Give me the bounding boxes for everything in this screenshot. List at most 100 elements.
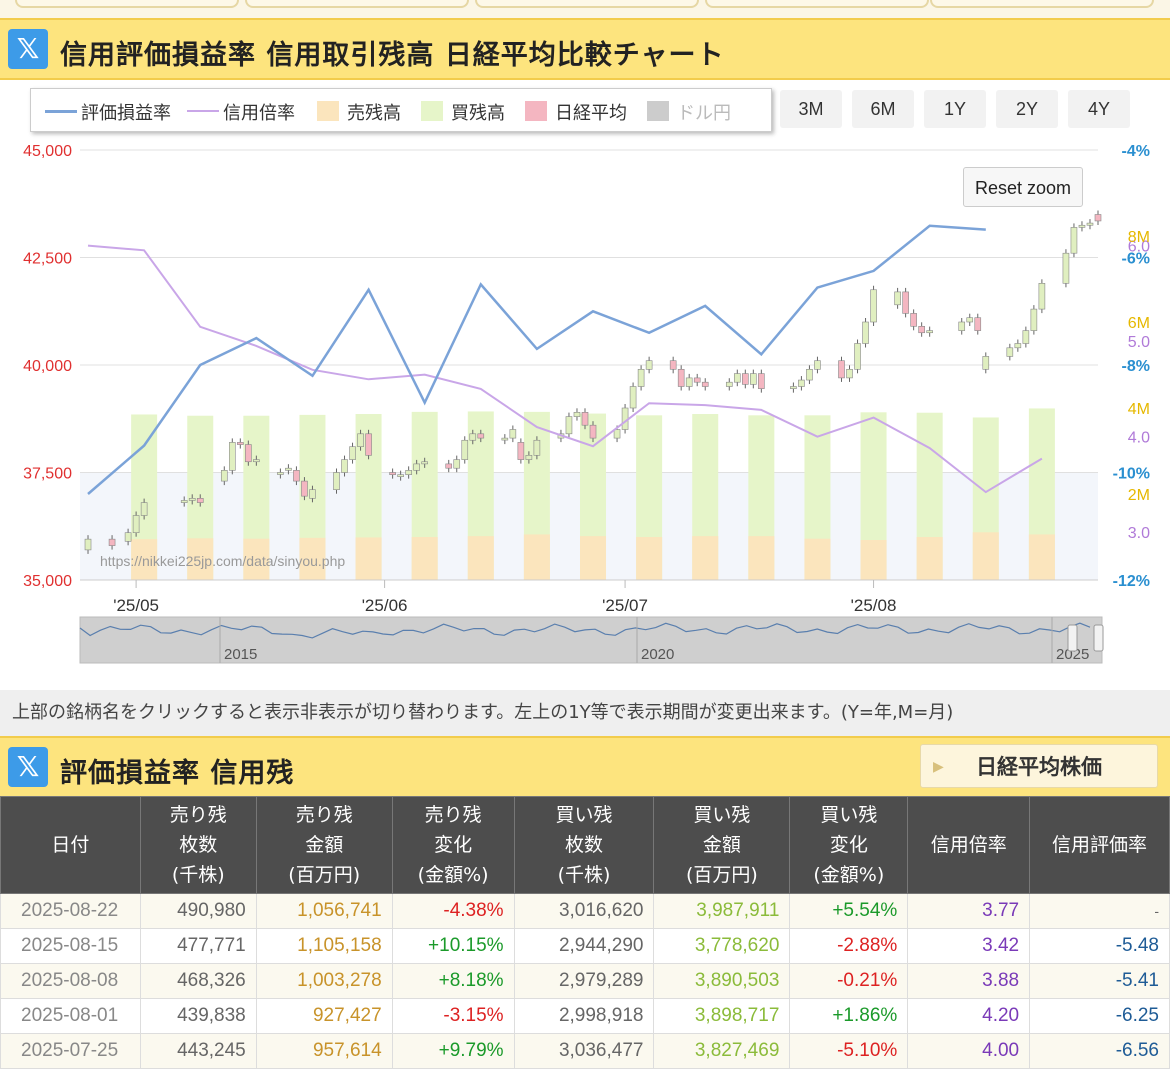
navigator-label: 2015	[224, 646, 257, 663]
table-cell: 3,890,503	[653, 963, 791, 999]
nikkei-candle-up	[1062, 252, 1070, 284]
nikkei-candle-up	[405, 470, 412, 475]
table-cell: 3,898,717	[653, 998, 791, 1034]
nikkei-price-button[interactable]: ▶ 日経平均株価	[920, 744, 1158, 788]
top-tab[interactable]	[15, 0, 239, 8]
range-button-6m[interactable]: 6M	[852, 90, 914, 128]
column-header-line: (千株)	[171, 864, 225, 886]
table-cell: 957,614	[255, 1033, 393, 1069]
range-button-2y[interactable]: 2Y	[996, 90, 1058, 128]
nikkei-candle-up	[349, 446, 356, 460]
range-button-1y[interactable]: 1Y	[924, 90, 986, 128]
column-header-line: (百万円)	[288, 864, 361, 886]
nikkei-candle-up	[846, 368, 853, 379]
legend-item-ratio[interactable]: 信用倍率	[223, 99, 295, 125]
short-balance-bar	[580, 536, 607, 580]
legend-item-pl-rate[interactable]: 評価損益率	[81, 99, 171, 125]
nikkei-candle-up	[613, 429, 621, 439]
range-button-3m[interactable]: 3M	[780, 90, 842, 128]
table-cell: 927,427	[255, 998, 393, 1034]
top-tab[interactable]	[245, 0, 469, 8]
column-header-line: 買い残	[555, 804, 613, 826]
table-cell: +5.54%	[789, 893, 909, 929]
table-cell: +8.18%	[391, 963, 515, 999]
table-cell: 1,105,158	[255, 928, 393, 964]
table-row: 2025-08-15 477,771 1,105,158 +10.15% 2,944,2…	[0, 928, 1170, 964]
x-share-icon[interactable]: 𝕏	[8, 29, 48, 69]
legend-item-long-balance[interactable]: 買残高	[451, 99, 505, 125]
table-cell: 439,838	[139, 998, 257, 1034]
table-row: 2025-07-25 443,245 957,614 +9.79% 3,036,477 3…	[0, 1033, 1170, 1069]
nikkei-candle-up	[180, 500, 188, 503]
table-cell: 2025-07-25	[0, 1033, 141, 1069]
nikkei-candle-up	[253, 459, 260, 463]
y-tick-label-nikkei: 37,500	[23, 466, 72, 483]
column-header-line: 買い残	[693, 804, 751, 826]
legend-item-nikkei[interactable]: 日経平均	[555, 99, 627, 125]
table-cell: -0.21%	[789, 963, 909, 999]
nikkei-candle-up	[870, 289, 877, 323]
table-header-row: 日付 売り残 枚数 (千株) 売り残 金額 (百万円) 売り残 変化 (金額%) 買い残 枚数 (千株)…	[0, 796, 1170, 894]
nikkei-candle-down	[1094, 214, 1102, 222]
chart-legend: 評価損益率 信用倍率 売残高 買残高 日経平均 ドル円	[30, 88, 772, 132]
top-tab[interactable]	[475, 0, 699, 8]
legend-swatch-short	[317, 101, 339, 121]
column-header: 売り残 枚数 (千株)	[139, 796, 257, 894]
nikkei-candle-up	[565, 416, 573, 435]
y-tick-label-balance: 2M	[1128, 487, 1150, 504]
short-balance-bar	[467, 536, 494, 580]
y-tick-label-nikkei: 35,000	[23, 573, 72, 590]
column-header-line: (百万円)	[686, 864, 758, 886]
y-tick-label-balance: 4M	[1128, 401, 1150, 418]
watermark: https://nikkei225jp.com/data/sinyou.php	[100, 553, 345, 569]
short-balance-bar	[860, 540, 887, 580]
column-header: 売り残 金額 (百万円)	[255, 796, 393, 894]
column-header-line: 金額	[702, 834, 741, 856]
nikkei-candle-down	[693, 377, 701, 383]
range-button-4y[interactable]: 4Y	[1068, 90, 1130, 128]
nikkei-candle-up	[645, 360, 653, 370]
column-header: 信用倍率	[907, 796, 1031, 894]
x-share-icon[interactable]: 𝕏	[8, 747, 48, 787]
table-cell: 4.00	[907, 1033, 1031, 1069]
y-tick-label-pl-rate: -8%	[1122, 358, 1150, 375]
nikkei-candle-up	[357, 433, 364, 447]
nikkei-candle-up	[1086, 222, 1094, 226]
nikkei-candle-up	[469, 433, 477, 441]
table-cell: -6.56	[1029, 1033, 1170, 1069]
nikkei-candle-up	[798, 379, 805, 387]
legend-swatch-pl-rate	[45, 110, 77, 113]
nikkei-candle-down	[196, 497, 204, 503]
chart-section-header: 𝕏 信用評価損益率 信用取引残高 日経平均比較チャート	[0, 18, 1170, 80]
table-cell: 3.77	[907, 893, 1031, 929]
column-header-line: 信用倍率	[930, 834, 1007, 856]
nikkei-candle-up	[533, 439, 541, 456]
nikkei-candle-down	[742, 373, 749, 385]
nikkei-candle-down	[293, 470, 300, 482]
reset-zoom-button[interactable]: Reset zoom	[963, 167, 1083, 207]
nikkei-candle-up	[1022, 330, 1030, 344]
navigator-handle-left	[1067, 624, 1078, 652]
table-cell: 2025-08-15	[0, 928, 141, 964]
nikkei-candle-up	[894, 291, 901, 306]
x-tick-label: '25/05	[113, 596, 159, 615]
top-tab[interactable]	[930, 0, 1154, 8]
nikkei-candle-up	[1078, 224, 1086, 228]
column-header-line: 変化	[829, 834, 868, 856]
nikkei-candle-up	[1030, 308, 1038, 331]
nikkei-candle-up	[309, 489, 316, 499]
column-header: 売り残 変化 (金額%)	[391, 796, 515, 894]
y-tick-label-ratio: 5.0	[1128, 334, 1150, 351]
nikkei-candle-up	[573, 411, 581, 417]
nikkei-candle-up	[509, 429, 517, 439]
table-cell: 477,771	[139, 928, 257, 964]
usage-note: 上部の銘柄名をクリックすると表示非表示が切り替わります。左上の1Y等で表示期間が…	[0, 690, 1170, 736]
x-tick-label: '25/07	[602, 596, 648, 615]
table-cell: 3,778,620	[653, 928, 791, 964]
nikkei-candle-up	[525, 454, 533, 460]
legend-item-usdjpy[interactable]: ドル円	[677, 99, 731, 125]
column-header-line: 変化	[434, 834, 473, 856]
nikkei-candle-down	[701, 381, 709, 387]
top-tab[interactable]	[705, 0, 929, 8]
legend-item-short-balance[interactable]: 売残高	[347, 99, 401, 125]
